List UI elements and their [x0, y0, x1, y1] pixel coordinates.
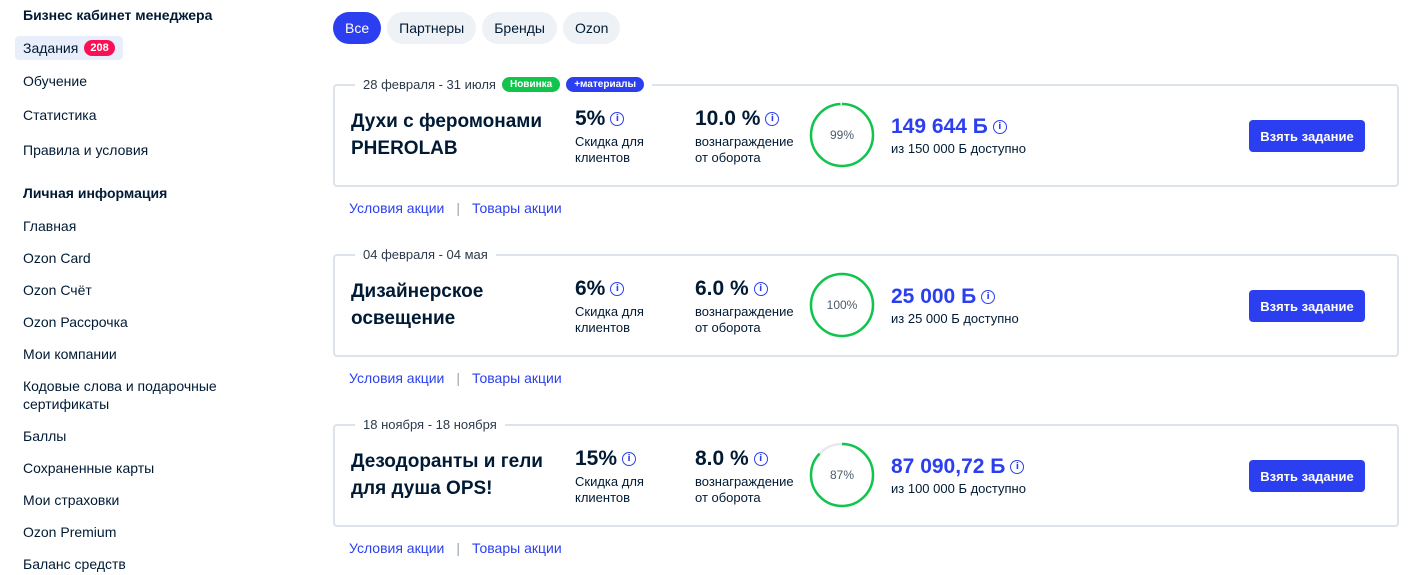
budget-value: 87 090,72 Б — [891, 455, 1006, 478]
materials-tag[interactable]: +материалы — [566, 76, 645, 92]
discount-label: Скидка для клиентов — [575, 474, 644, 505]
reward-value: 6.0 % — [695, 277, 749, 300]
reward-label: вознаграждение от оборота — [695, 304, 794, 335]
sidebar-item-ozon-premium[interactable]: Ozon Premium — [23, 523, 116, 541]
budget: 149 644 Б i из 150 000 Б доступно — [891, 114, 1026, 157]
discount-value: 15% — [575, 447, 618, 470]
info-icon[interactable]: i — [610, 282, 625, 296]
task-card: Дизайнерское освещение 6% i Скидка для кл… — [333, 246, 1399, 394]
info-icon[interactable]: i — [765, 112, 780, 126]
discount-metric: 6% i Скидка для клиентов — [575, 276, 665, 336]
sidebar-item-ozon-card[interactable]: Ozon Card — [23, 249, 91, 267]
filter-chip-brands[interactable]: Бренды — [482, 12, 557, 44]
sidebar-item-codewords[interactable]: Кодовые слова и подарочные сертификаты — [23, 377, 243, 413]
reward-label: вознаграждение от оборота — [695, 474, 794, 505]
reward-value: 10.0 % — [695, 107, 761, 130]
task-dates: 28 февраля - 31 июля — [363, 76, 496, 92]
budget-value: 25 000 Б — [891, 285, 977, 308]
sidebar-item-companies[interactable]: Мои компании — [23, 345, 117, 363]
sidebar-item-label: Задания — [23, 40, 79, 56]
discount-metric: 5% i Скидка для клиентов — [575, 106, 665, 166]
reward-metric: 10.0 % i вознаграждение от оборота — [695, 106, 805, 166]
progress-percent: 99% — [829, 128, 855, 142]
terms-link[interactable]: Условия акции — [349, 540, 444, 556]
products-link[interactable]: Товары акции — [472, 370, 562, 386]
filter-chip-ozon[interactable]: Ozon — [562, 12, 621, 44]
take-task-button[interactable]: Взять задание — [1249, 120, 1365, 152]
task-links: Условия акции | Товары акции — [349, 540, 562, 556]
progress-ring: 87% — [809, 442, 875, 508]
progress-percent: 100% — [826, 298, 858, 312]
sidebar-item-training[interactable]: Обучение — [23, 72, 87, 90]
terms-link[interactable]: Условия акции — [349, 370, 444, 386]
sidebar-item-statistics[interactable]: Статистика — [23, 106, 97, 124]
section-title-business: Бизнес кабинет менеджера — [23, 7, 213, 23]
budget-available: из 100 000 Б доступно — [891, 481, 1026, 496]
task-title: Дезодоранты и гели для душа OPS! — [351, 451, 543, 499]
info-icon[interactable]: i — [981, 290, 996, 304]
products-link[interactable]: Товары акции — [472, 200, 562, 216]
filter-chips: Все Партнеры Бренды Ozon — [333, 12, 621, 44]
budget-available: из 25 000 Б доступно — [891, 311, 1019, 326]
budget: 25 000 Б i из 25 000 Б доступно — [891, 284, 1019, 327]
sidebar-item-home[interactable]: Главная — [23, 217, 76, 235]
task-card-body: Духи с феромонами PHEROLAB 5% i Скидка дл… — [333, 84, 1399, 187]
task-card-body: Дезодоранты и гели для душа OPS! 15% i Ск… — [333, 424, 1399, 527]
sidebar-item-ozon-installment[interactable]: Ozon Рассрочка — [23, 313, 128, 331]
sidebar-item-tasks[interactable]: Задания 208 — [15, 36, 123, 60]
task-card-body: Дизайнерское освещение 6% i Скидка для кл… — [333, 254, 1399, 357]
task-links: Условия акции | Товары акции — [349, 370, 562, 386]
link-separator: | — [456, 370, 461, 386]
section-title-personal: Личная информация — [23, 185, 168, 201]
budget: 87 090,72 Б i из 100 000 Б доступно — [891, 454, 1026, 497]
sidebar-item-saved-cards[interactable]: Сохраненные карты — [23, 459, 154, 477]
progress-percent: 87% — [829, 468, 855, 482]
reward-metric: 6.0 % i вознаграждение от оборота — [695, 276, 805, 336]
info-icon[interactable]: i — [753, 452, 768, 466]
task-title: Дизайнерское освещение — [351, 281, 484, 329]
task-title: Духи с феромонами PHEROLAB — [351, 111, 543, 159]
info-icon[interactable]: i — [622, 452, 637, 466]
discount-metric: 15% i Скидка для клиентов — [575, 446, 665, 506]
info-icon[interactable]: i — [753, 282, 768, 296]
tasks-count-badge: 208 — [84, 40, 115, 56]
discount-label: Скидка для клиентов — [575, 304, 644, 335]
budget-available: из 150 000 Б доступно — [891, 141, 1026, 156]
sidebar-item-points[interactable]: Баллы — [23, 427, 66, 445]
reward-metric: 8.0 % i вознаграждение от оборота — [695, 446, 805, 506]
sidebar-item-insurance[interactable]: Мои страховки — [23, 491, 119, 509]
info-icon[interactable]: i — [610, 112, 625, 126]
discount-value: 6% — [575, 277, 606, 300]
link-separator: | — [456, 540, 461, 556]
sidebar-item-rules[interactable]: Правила и условия — [23, 141, 148, 159]
task-dates-row: 28 февраля - 31 июля Новинка +материалы — [355, 76, 653, 92]
discount-value: 5% — [575, 107, 606, 130]
task-card: Дезодоранты и гели для душа OPS! 15% i Ск… — [333, 416, 1399, 564]
task-dates-row: 04 февраля - 04 мая — [355, 246, 496, 262]
link-separator: | — [456, 200, 461, 216]
budget-value: 149 644 Б — [891, 115, 988, 138]
new-tag: Новинка — [501, 76, 561, 92]
info-icon[interactable]: i — [1010, 460, 1025, 474]
task-dates-row: 18 ноября - 18 ноября — [355, 416, 505, 432]
take-task-button[interactable]: Взять задание — [1249, 460, 1365, 492]
take-task-button[interactable]: Взять задание — [1249, 290, 1365, 322]
progress-ring: 99% — [809, 102, 875, 168]
reward-value: 8.0 % — [695, 447, 749, 470]
task-dates: 18 ноября - 18 ноября — [363, 416, 497, 432]
reward-label: вознаграждение от оборота — [695, 134, 794, 165]
terms-link[interactable]: Условия акции — [349, 200, 444, 216]
sidebar-item-ozon-account[interactable]: Ozon Счёт — [23, 281, 92, 299]
progress-ring: 100% — [809, 272, 875, 338]
filter-chip-partners[interactable]: Партнеры — [387, 12, 477, 44]
task-card: Духи с феромонами PHEROLAB 5% i Скидка дл… — [333, 76, 1399, 224]
sidebar: Бизнес кабинет менеджера Задания 208 Обу… — [0, 0, 310, 575]
info-icon[interactable]: i — [992, 120, 1007, 134]
products-link[interactable]: Товары акции — [472, 540, 562, 556]
sidebar-item-balance[interactable]: Баланс средств — [23, 555, 126, 573]
filter-chip-all[interactable]: Все — [333, 12, 382, 44]
discount-label: Скидка для клиентов — [575, 134, 644, 165]
task-links: Условия акции | Товары акции — [349, 200, 562, 216]
task-dates: 04 февраля - 04 мая — [363, 246, 488, 262]
